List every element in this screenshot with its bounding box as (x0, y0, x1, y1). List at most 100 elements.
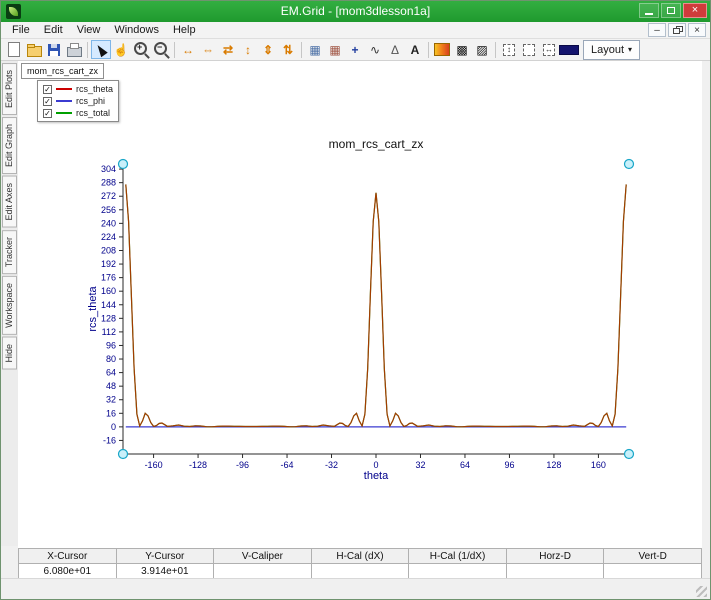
sidebar-tab-edit-plots[interactable]: Edit Plots (2, 63, 17, 115)
x-tick-label: -96 (236, 460, 249, 470)
scale-x-compress-button[interactable]: ⇄ (218, 40, 238, 59)
color-palette-icon (434, 43, 450, 56)
color-palette-button[interactable] (432, 40, 452, 59)
select-region-icon (523, 44, 535, 56)
toolbar-separator (301, 42, 302, 58)
scale-y-expand-button[interactable]: ⇕ (258, 40, 278, 59)
cursor-col-h-cal-dx: H-Cal (dX) (311, 549, 409, 564)
scale-x-fit-button[interactable]: ↔ (178, 40, 198, 59)
plot-handle-bottom-left[interactable] (119, 450, 128, 459)
series-rcs-theta-line[interactable] (126, 184, 626, 426)
v-caliper-value (214, 564, 312, 579)
document-tab-label: mom_rcs_cart_zx (27, 66, 98, 76)
cursor-col-vert-d: Vert-D (604, 549, 702, 564)
plot-svg: mom_rcs_cart_zxrcs_thetatheta30428827225… (18, 61, 702, 548)
cursor-col-h-cal-1-dx: H-Cal (1/dX) (409, 549, 507, 564)
y-tick-label: 0 (111, 422, 116, 432)
sidebar-tab-tracker[interactable]: Tracker (2, 230, 17, 274)
zoom-in-tool-sign: + (137, 42, 142, 52)
y-tick-label: 32 (106, 395, 116, 405)
grid-toggle-button[interactable]: ▦ (305, 40, 325, 59)
y-tick-label: 256 (101, 205, 116, 215)
fill-pattern-2-icon: ▨ (476, 44, 487, 56)
sidebar-tab-hide[interactable]: Hide (2, 337, 17, 370)
plot-canvas: mom_rcs_cart_zxrcs_thetatheta30428827225… (18, 61, 702, 548)
cursor-col-horz-d: Horz-D (506, 549, 604, 564)
y-axis-label: rcs_theta (87, 285, 99, 331)
y-tick-label: 128 (101, 313, 116, 323)
x-tick-label: 64 (460, 460, 470, 470)
y-tick-label: 160 (101, 286, 116, 296)
layout-menu-button[interactable]: Layout▾ (583, 40, 640, 60)
line-style-swatch-button[interactable] (559, 40, 579, 59)
delta-marker-tool-button[interactable]: Δ (385, 40, 405, 59)
minimize-button[interactable] (639, 3, 659, 18)
close-button[interactable]: × (683, 3, 707, 18)
plot-handle-top-right[interactable] (625, 160, 634, 169)
mdi-close-button[interactable]: × (688, 23, 706, 37)
fill-pattern-1-button[interactable]: ▩ (452, 40, 472, 59)
mdi-restore-button[interactable] (668, 23, 686, 37)
legend-checkbox-rcs-phi[interactable]: ✓ (43, 97, 52, 106)
select-region-vertical-button[interactable]: ↕ (499, 40, 519, 59)
zoom-out-tool-button[interactable]: − (151, 40, 171, 59)
select-region-button[interactable] (519, 40, 539, 59)
menu-item-help[interactable]: Help (166, 23, 203, 37)
x-tick-label: 0 (373, 460, 378, 470)
h-cal-1-dx-value (409, 564, 507, 579)
open-file-button[interactable] (24, 40, 44, 59)
print-button[interactable] (64, 40, 84, 59)
crosshair-tool-icon: + (351, 44, 358, 56)
sidebar-tab-workspace[interactable]: Workspace (2, 276, 17, 335)
menu-item-view[interactable]: View (70, 23, 108, 37)
mdi-restore-icon (673, 26, 682, 34)
scale-x-expand-button[interactable]: ⇔ (198, 40, 218, 59)
legend-label-rcs-theta: rcs_theta (76, 84, 113, 94)
pan-tool-button[interactable]: ☝ (111, 40, 131, 59)
legend-checkbox-rcs-theta[interactable]: ✓ (43, 85, 52, 94)
fill-pattern-2-button[interactable]: ▨ (472, 40, 492, 59)
pointer-tool-button[interactable] (91, 40, 111, 59)
sidebar-tab-edit-graph[interactable]: Edit Graph (2, 117, 17, 174)
y-tick-label: 224 (101, 232, 116, 242)
mdi-minimize-button[interactable]: – (648, 23, 666, 37)
y-tick-label: 176 (101, 273, 116, 283)
select-region-horizontal-icon: ↔ (543, 44, 555, 56)
menu-item-windows[interactable]: Windows (107, 23, 166, 37)
print-icon (67, 47, 82, 57)
menu-item-edit[interactable]: Edit (37, 23, 70, 37)
curve-tool-button[interactable]: ∿ (365, 40, 385, 59)
select-region-horizontal-button[interactable]: ↔ (539, 40, 559, 59)
table-view-icon: ▦ (329, 44, 340, 56)
fill-pattern-1-icon: ▩ (456, 44, 467, 56)
sidebar-tab-edit-axes[interactable]: Edit Axes (2, 176, 17, 228)
maximize-button[interactable] (661, 3, 681, 18)
select-region-vertical-icon: ↕ (503, 44, 515, 56)
new-file-button[interactable] (4, 40, 24, 59)
scale-y-fit-button[interactable]: ↕ (238, 40, 258, 59)
document-tab[interactable]: mom_rcs_cart_zx (21, 63, 104, 79)
pointer-tool-icon (94, 42, 107, 56)
dropdown-caret-icon: ▾ (628, 45, 632, 54)
legend-line-sample-rcs-total (56, 112, 72, 114)
scale-y-compress-button[interactable]: ⇅ (278, 40, 298, 59)
save-file-button[interactable] (44, 40, 64, 59)
mdi-minimize-icon: – (654, 25, 660, 36)
table-view-button[interactable]: ▦ (325, 40, 345, 59)
plot-handle-bottom-right[interactable] (625, 450, 634, 459)
plot-title: mom_rcs_cart_zx (329, 137, 424, 151)
plot-handle-top-left[interactable] (119, 160, 128, 169)
menu-item-file[interactable]: File (5, 23, 37, 37)
x-tick-label: -64 (281, 460, 294, 470)
text-tool-button[interactable]: A (405, 40, 425, 59)
legend-row-rcs-theta: ✓ rcs_theta (43, 84, 113, 94)
legend-row-rcs-total: ✓rcs_total (43, 108, 113, 118)
zoom-in-tool-button[interactable]: + (131, 40, 151, 59)
series-rcs-total-line[interactable] (126, 184, 626, 426)
cursor-col-v-caliper: V-Caliper (214, 549, 312, 564)
legend-checkbox-rcs-total[interactable]: ✓ (43, 109, 52, 118)
crosshair-tool-button[interactable]: + (345, 40, 365, 59)
y-tick-label: -16 (103, 435, 116, 445)
x-tick-label: -128 (189, 460, 207, 470)
save-file-icon (48, 44, 60, 56)
